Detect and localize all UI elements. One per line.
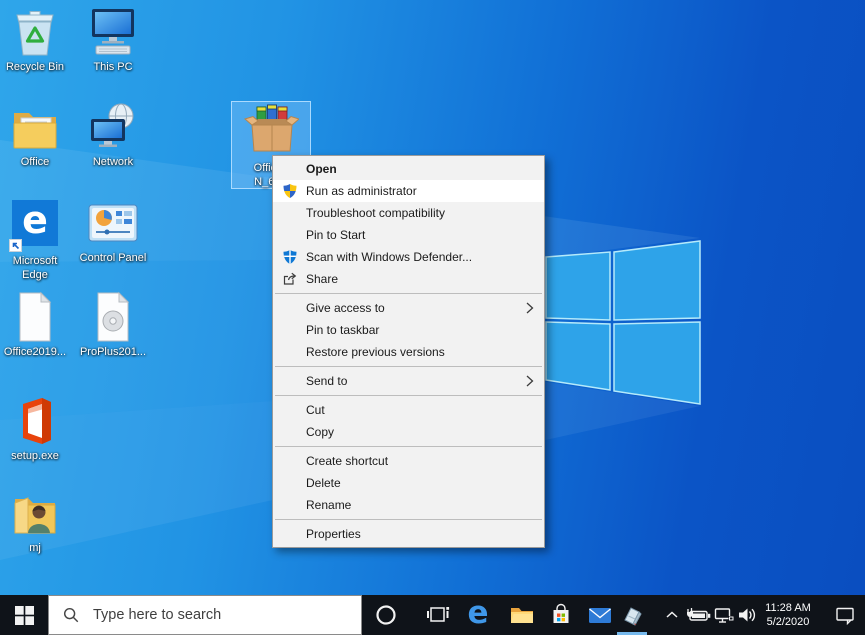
menu-item-properties[interactable]: Properties <box>273 523 544 545</box>
menu-separator <box>275 519 542 520</box>
icon-label: Control Panel <box>73 251 153 265</box>
menu-separator <box>275 395 542 396</box>
menu-item-open[interactable]: Open <box>273 158 544 180</box>
battery-icon <box>686 607 712 623</box>
folder-icon <box>9 101 61 153</box>
icon-label: Office <box>0 155 75 169</box>
menu-separator <box>275 446 542 447</box>
menu-item-restore-previous-versions[interactable]: Restore previous versions <box>273 341 544 363</box>
icon-label: Office2019... <box>0 345 75 359</box>
clock-date: 5/2/2020 <box>767 615 810 629</box>
desktop-icon-proplus-iso[interactable]: ProPlus201... <box>73 291 153 359</box>
share-icon <box>282 271 298 287</box>
user-folder-icon <box>9 491 61 539</box>
microsoft-store-button[interactable] <box>541 595 581 635</box>
edge-icon: e <box>467 598 488 629</box>
network-icon <box>87 101 139 153</box>
taskbar: e <box>0 595 865 635</box>
menu-item-share[interactable]: Share <box>273 268 544 290</box>
menu-separator <box>275 366 542 367</box>
desktop-icon-control-panel[interactable]: Control Panel <box>73 197 153 265</box>
windows-logo-icon <box>15 606 34 625</box>
menu-item-copy[interactable]: Copy <box>273 421 544 443</box>
control-panel-icon <box>87 197 139 249</box>
desktop-icon-microsoft-edge[interactable]: e Microsoft Edge <box>0 197 75 282</box>
desktop-icon-setup-exe[interactable]: setup.exe <box>0 395 75 463</box>
menu-separator <box>275 293 542 294</box>
cortana-button[interactable] <box>366 595 406 635</box>
desktop-icon-network[interactable]: Network <box>73 101 153 169</box>
file-icon <box>15 291 55 343</box>
windows-desktop-screen: Recycle Bin This PC Office <box>0 0 865 635</box>
menu-item-pin-to-taskbar[interactable]: Pin to taskbar <box>273 319 544 341</box>
tray-volume-button[interactable] <box>735 595 759 635</box>
file-explorer-button[interactable] <box>502 595 542 635</box>
store-icon <box>549 603 573 627</box>
mail-icon <box>587 605 613 625</box>
menu-item-pin-to-start[interactable]: Pin to Start <box>273 224 544 246</box>
menu-item-send-to[interactable]: Send to <box>273 370 544 392</box>
menu-item-troubleshoot-compatibility[interactable]: Troubleshoot compatibility <box>273 202 544 224</box>
active-app-button[interactable] <box>612 595 652 635</box>
icon-label: Network <box>73 155 153 169</box>
running-installer-icon <box>620 603 644 627</box>
desktop-icon-office-folder[interactable]: Office <box>0 101 75 169</box>
cortana-icon <box>375 604 397 626</box>
action-center-icon <box>835 606 855 625</box>
menu-item-scan-with-windows-defender[interactable]: Scan with Windows Defender... <box>273 246 544 268</box>
menu-item-run-as-administrator[interactable]: Run as administrator <box>273 180 544 202</box>
tray-show-hidden-button[interactable] <box>658 595 686 635</box>
task-view-button[interactable] <box>418 595 458 635</box>
menu-item-rename[interactable]: Rename <box>273 494 544 516</box>
chevron-up-icon <box>665 610 679 620</box>
start-button[interactable] <box>0 595 48 635</box>
desktop-icon-office2019-file[interactable]: Office2019... <box>0 291 75 359</box>
icon-label: This PC <box>73 60 153 74</box>
context-menu: Open Run as administrator Troubleshoot c… <box>272 155 545 548</box>
icon-label: Microsoft Edge <box>4 254 66 282</box>
defender-shield-icon <box>282 249 298 265</box>
icon-label: mj <box>0 541 75 555</box>
recycle-bin-icon <box>9 6 61 58</box>
edge-taskbar-button[interactable]: e <box>458 595 498 635</box>
speaker-icon <box>737 607 757 623</box>
menu-item-give-access-to[interactable]: Give access to <box>273 297 544 319</box>
task-view-icon <box>426 604 450 626</box>
submenu-arrow-icon <box>526 375 534 387</box>
desktop-icon-recycle-bin[interactable]: Recycle Bin <box>0 6 75 74</box>
disc-image-file-icon <box>93 291 133 343</box>
menu-item-delete[interactable]: Delete <box>273 472 544 494</box>
network-tray-icon <box>714 607 734 624</box>
search-input[interactable] <box>91 606 361 624</box>
tray-clock[interactable]: 11:28 AM 5/2/2020 <box>759 595 817 635</box>
this-pc-icon <box>87 6 139 58</box>
icon-label: ProPlus201... <box>73 345 153 359</box>
clock-time: 11:28 AM <box>765 601 811 615</box>
menu-item-cut[interactable]: Cut <box>273 399 544 421</box>
office-setup-icon <box>11 395 59 447</box>
submenu-arrow-icon <box>526 302 534 314</box>
file-explorer-icon <box>509 604 535 626</box>
desktop-icon-mj-folder[interactable]: mj <box>0 491 75 555</box>
icon-label: setup.exe <box>0 449 75 463</box>
search-icon <box>62 606 80 624</box>
menu-item-create-shortcut[interactable]: Create shortcut <box>273 450 544 472</box>
action-center-button[interactable] <box>824 595 865 635</box>
icon-label: Recycle Bin <box>0 60 75 74</box>
uac-shield-icon <box>282 183 298 199</box>
shortcut-arrow-icon <box>9 239 22 252</box>
tray-network-button[interactable] <box>712 595 736 635</box>
archive-box-icon <box>243 102 299 156</box>
taskbar-search[interactable] <box>48 595 362 635</box>
tray-battery-button[interactable] <box>686 595 712 635</box>
desktop-icon-this-pc[interactable]: This PC <box>73 6 153 74</box>
